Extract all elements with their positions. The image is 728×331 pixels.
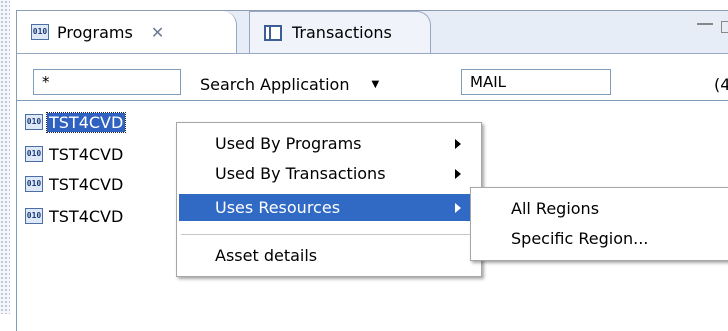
filter-input[interactable] — [33, 69, 181, 95]
search-application-dropdown[interactable]: Search Application ▼ — [200, 75, 379, 94]
program-name: TST4CVD — [49, 206, 124, 226]
menu-item-label: All Regions — [511, 199, 600, 218]
program-icon: 010 — [31, 24, 49, 40]
submenu-arrow-icon — [455, 168, 461, 179]
program-name: TST4CVD — [45, 111, 127, 133]
maximize-icon[interactable] — [721, 21, 728, 33]
menu-item-label: Uses Resources — [215, 198, 341, 217]
menu-item-specific-region[interactable]: Specific Region... — [473, 225, 728, 252]
close-icon[interactable]: ✕ — [151, 23, 164, 42]
program-name: TST4CVD — [49, 144, 124, 164]
menu-item-label: Specific Region... — [511, 229, 649, 248]
program-name: TST4CVD — [49, 174, 124, 194]
region-input[interactable] — [461, 69, 611, 95]
menu-item-label: Used By Transactions — [215, 164, 386, 183]
tab-label: Programs — [57, 22, 133, 42]
window-controls — [697, 21, 728, 33]
context-menu: Used By Programs Used By Transactions Us… — [176, 122, 482, 277]
menu-item-used-by-programs[interactable]: Used By Programs — [179, 130, 479, 157]
program-icon: 010 — [25, 114, 43, 130]
tab-transactions[interactable]: Transactions — [249, 11, 431, 53]
list-item[interactable]: 010 TST4CVD — [25, 143, 125, 165]
program-icon: 010 — [25, 146, 43, 162]
list-item[interactable]: 010 TST4CVD — [25, 205, 125, 227]
tab-label: Transactions — [292, 23, 392, 42]
dropdown-arrow-icon[interactable]: ▼ — [371, 79, 379, 90]
search-application-label: Search Application — [200, 75, 350, 94]
search-toolbar: Search Application ▼ (4) — [17, 53, 728, 105]
menu-item-used-by-transactions[interactable]: Used By Transactions — [179, 160, 479, 187]
result-count: (4) — [714, 75, 728, 94]
menu-item-all-regions[interactable]: All Regions — [473, 195, 728, 222]
tab-programs[interactable]: 010 Programs ✕ — [17, 11, 237, 53]
program-icon: 010 — [25, 176, 43, 192]
tab-bar: 010 Programs ✕ Transactions — [17, 11, 728, 54]
menu-item-asset-details[interactable]: Asset details — [179, 242, 479, 269]
submenu-arrow-icon — [455, 138, 461, 149]
menu-item-label: Asset details — [215, 246, 318, 265]
dotted-gutter — [0, 0, 10, 314]
menu-item-label: Used By Programs — [215, 134, 362, 153]
minimize-icon[interactable] — [697, 23, 713, 31]
menu-separator — [181, 234, 477, 235]
program-icon: 010 — [25, 208, 43, 224]
transactions-icon — [264, 24, 282, 41]
submenu-arrow-icon — [455, 202, 461, 213]
list-item[interactable]: 010 TST4CVD — [25, 111, 127, 133]
list-item[interactable]: 010 TST4CVD — [25, 173, 125, 195]
uses-resources-submenu: All Regions Specific Region... — [470, 187, 728, 261]
menu-item-uses-resources[interactable]: Uses Resources — [179, 194, 479, 221]
